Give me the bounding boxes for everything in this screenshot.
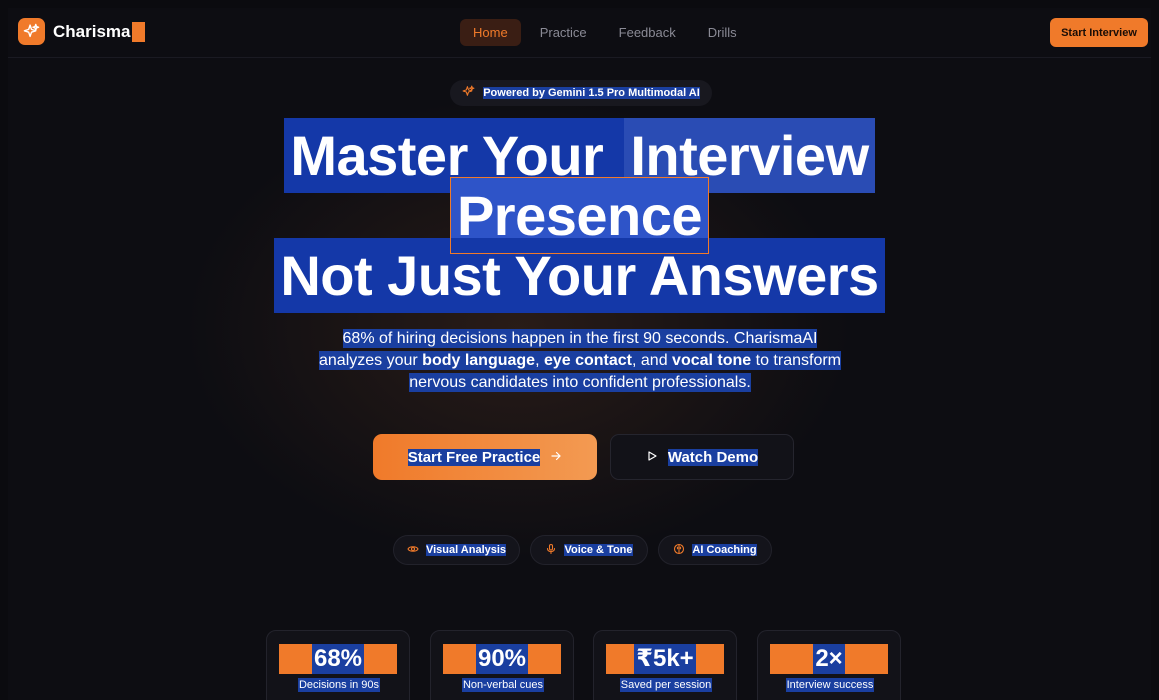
feature-label: Voice & Tone [564,544,633,556]
play-icon [646,449,658,466]
brand-name: Charisma [53,21,131,41]
feature-label: Visual Analysis [425,544,507,556]
microphone-icon [545,543,557,558]
stat-value: 90% [475,644,529,674]
desc-line-2c: , [535,352,544,369]
brain-icon [673,543,685,558]
arrow-right-icon [550,449,562,466]
page: Charisma Home Practice Feedback Drills S… [8,8,1151,700]
nav-link-practice[interactable]: Practice [527,19,600,46]
top-nav: Charisma Home Practice Feedback Drills S… [8,8,1151,58]
start-interview-button[interactable]: Start Interview [1050,18,1148,47]
desc-body-language: body language [422,352,536,369]
stat-card: 68% Decisions in 90s [266,630,410,700]
powered-by-badge: Powered by Gemini 1.5 Pro Multimodal AI [450,80,712,106]
nav-link-feedback[interactable]: Feedback [606,19,689,46]
hero-description: 68% of hiring decisions happen in the fi… [300,328,860,394]
start-free-practice-label: Start Free Practice [407,448,541,466]
stat-card: ₹5k+ Saved per session [593,630,737,700]
nav-link-home[interactable]: Home [460,19,521,46]
desc-line-3: nervous candidates into confident profes… [409,373,751,392]
watch-demo-button[interactable]: Watch Demo [610,434,794,480]
sparkle-icon [462,85,475,101]
stat-card: 2× Interview success [757,630,901,700]
stat-label: Non-verbal cues [461,678,545,692]
stat-label: Decisions in 90s [297,678,381,692]
stat-value: 68% [311,644,365,674]
badge-text: Powered by Gemini 1.5 Pro Multimodal AI [483,87,700,99]
feature-visual-analysis: Visual Analysis [393,535,520,565]
hero-headline: Master Your Interview Presence Not Just … [8,118,1151,313]
stat-value: ₹5k+ [634,644,696,674]
eye-icon [407,543,419,558]
nav-link-drills[interactable]: Drills [695,19,750,46]
feature-voice-tone: Voice & Tone [530,535,648,565]
feature-ai-coaching: AI Coaching [658,535,772,565]
watch-demo-label: Watch Demo [667,448,759,466]
desc-line-2g: to transform [751,352,841,369]
stat-value: 2× [813,644,845,674]
stat-label: Interview success [785,678,875,692]
desc-line-2a: analyzes your [319,352,423,369]
desc-eye-contact: eye contact [543,352,633,369]
start-free-practice-button[interactable]: Start Free Practice [373,434,597,480]
desc-vocal-tone: vocal tone [672,352,752,369]
brand[interactable]: Charisma [18,18,146,45]
nav-links: Home Practice Feedback Drills [460,19,750,46]
hero-line-3: Not Just Your Answers [274,238,885,313]
feature-label: AI Coaching [692,544,757,556]
text-cursor-highlight [132,21,146,42]
stat-card: 90% Non-verbal cues [430,630,574,700]
desc-line-1: 68% of hiring decisions happen in the fi… [342,329,818,348]
sparkle-logo-icon [18,18,45,45]
desc-line-2e: , and [632,352,673,369]
stat-label: Saved per session [619,678,713,692]
